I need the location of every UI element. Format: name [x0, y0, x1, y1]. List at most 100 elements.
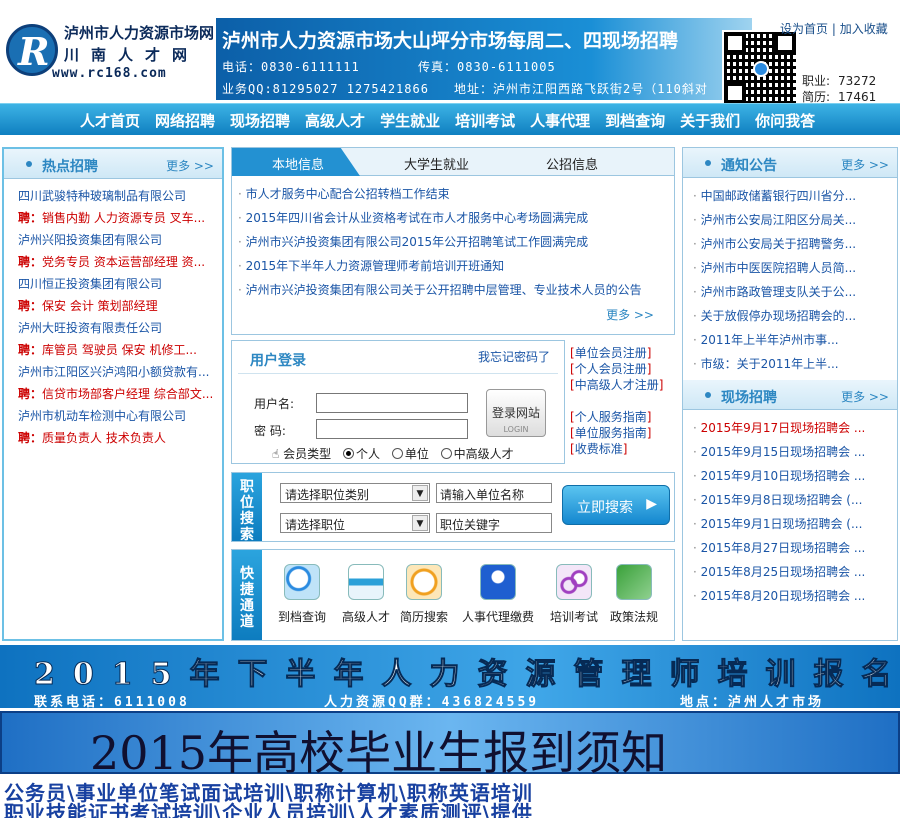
radio-senior-label: 中高级人才	[453, 447, 514, 461]
fair-item[interactable]: 2015年9月17日现场招聘会 ...	[693, 416, 897, 440]
hot-jobs-row[interactable]: 聘：质量负责人 技术负责人	[18, 427, 214, 449]
nav-item-faq[interactable]: 你问我答	[755, 110, 815, 131]
quick-item-training[interactable]: 培训考试	[550, 564, 598, 625]
job-prefix: 聘：	[18, 387, 43, 401]
fair-title: 现场招聘	[721, 390, 777, 406]
personal-register-link[interactable]: 个人会员注册	[575, 362, 647, 376]
graduate-banner[interactable]: 2015年高校毕业生报到须知	[0, 711, 900, 780]
forgot-password-link[interactable]: 我忘记密码了	[478, 348, 550, 365]
notice-item[interactable]: 中国邮政储蓄银行四川省分...	[693, 184, 897, 208]
quick-item-label: 高级人才	[342, 610, 391, 624]
company-register-link[interactable]: 单位会员注册	[575, 346, 647, 360]
company-name-input[interactable]: 请输入单位名称	[436, 483, 552, 503]
news-tabs: 本地信息 大学生就业 公招信息	[232, 148, 674, 176]
stat-jobs-value: 73272	[838, 74, 877, 88]
news-item[interactable]: 2015年四川省会计从业资格考试在市人才服务中心考场圆满完成	[238, 206, 674, 230]
hot-company-link[interactable]: 泸州市机动车检测中心有限公司	[18, 405, 214, 427]
fair-item[interactable]: 2015年8月20日现场招聘会 ...	[693, 584, 897, 608]
register-links: [单位会员注册] [个人会员注册] [中高级人才注册] [个人服务指南] [单位…	[570, 346, 664, 456]
login-button[interactable]: 登录网站 LOGIN	[486, 389, 546, 437]
news-item[interactable]: 市人才服务中心配合公招转档工作结束	[238, 182, 674, 206]
nav-item-home[interactable]: 人才首页	[80, 110, 140, 131]
news-item[interactable]: 泸州市兴泸投资集团有限公司2015年公开招聘笔试工作圆满完成	[238, 230, 674, 254]
company-guide-link[interactable]: 单位服务指南	[575, 426, 647, 440]
quick-access-side-title: 快捷通道	[232, 550, 262, 640]
job-prefix: 聘：	[18, 255, 43, 269]
user-icon	[480, 564, 516, 600]
hot-company-link[interactable]: 四川武骏特种玻璃制品有限公司	[18, 185, 214, 207]
notice-item[interactable]: 泸州市公安局江阳区分局关...	[693, 208, 897, 232]
quick-item-agency-fee[interactable]: 人事代理缴费	[462, 564, 534, 625]
set-homepage-link[interactable]: 设为首页	[780, 22, 828, 36]
nav-item-senior-talent[interactable]: 高级人才	[305, 110, 365, 131]
personal-guide-link[interactable]: 个人服务指南	[575, 410, 647, 424]
notice-item[interactable]: 泸州市公安局关于招聘警务...	[693, 232, 897, 256]
notice-item[interactable]: 泸州市中医医院招聘人员简...	[693, 256, 897, 280]
tab-local-info[interactable]: 本地信息	[232, 148, 360, 176]
nav-item-personnel-agency[interactable]: 人事代理	[530, 110, 590, 131]
tab-graduate-jobs[interactable]: 大学生就业	[404, 154, 469, 173]
news-item[interactable]: 2015年下半年人力资源管理师考前培训开班通知	[238, 254, 674, 278]
hot-jobs-row[interactable]: 聘：库管员 驾驶员 保安 机修工...	[18, 339, 214, 361]
nav-item-archive-query[interactable]: 到档查询	[605, 110, 665, 131]
fair-more-link[interactable]: 更多 >>	[841, 388, 889, 405]
fair-item[interactable]: 2015年9月8日现场招聘会 (...	[693, 488, 897, 512]
position-select[interactable]: 请选择职位 ▼	[280, 513, 430, 533]
hot-jobs-row[interactable]: 聘：信贷市场部客户经理 综合部文...	[18, 383, 214, 405]
notice-panel: 通知公告 更多 >> 中国邮政储蓄银行四川省分... 泸州市公安局江阳区分局关.…	[682, 147, 898, 641]
quick-item-policy[interactable]: 政策法规	[610, 564, 658, 625]
hot-jobs-text: 质量负责人 技术负责人	[42, 431, 166, 445]
hot-jobs-row[interactable]: 聘：党务专员 资本运营部经理 资...	[18, 251, 214, 273]
fee-standard-link[interactable]: 收费标准	[575, 442, 623, 456]
notice-more-link[interactable]: 更多 >>	[841, 156, 889, 173]
notice-item[interactable]: 泸州市路政管理支队关于公...	[693, 280, 897, 304]
keyword-input[interactable]: 职位关键字	[436, 513, 552, 533]
notice-list: 中国邮政储蓄银行四川省分... 泸州市公安局江阳区分局关... 泸州市公安局关于…	[683, 178, 897, 376]
username-input[interactable]	[316, 393, 468, 413]
nav-item-training[interactable]: 培训考试	[455, 110, 515, 131]
notice-item[interactable]: 市级：关于2011年上半...	[693, 352, 897, 376]
fair-item[interactable]: 2015年8月25日现场招聘会 ...	[693, 560, 897, 584]
fair-item[interactable]: 2015年9月15日现场招聘会 ...	[693, 440, 897, 464]
hot-jobs-more-link[interactable]: 更多 >>	[166, 157, 214, 174]
tab-public-recruit[interactable]: 公招信息	[546, 154, 598, 173]
position-select-value: 请选择职位	[285, 518, 346, 532]
password-input[interactable]	[316, 419, 468, 439]
quick-item-resume[interactable]: 简历搜索	[400, 564, 448, 625]
fair-item[interactable]: 2015年9月1日现场招聘会 (...	[693, 512, 897, 536]
quick-item-archive[interactable]: 到档查询	[278, 564, 326, 625]
notice-item[interactable]: 关于放假停办现场招聘会的...	[693, 304, 897, 328]
search-button[interactable]: 立即搜索 ▶	[562, 485, 670, 525]
add-favorite-link[interactable]: 加入收藏	[840, 22, 888, 36]
quick-access-title-text: 快捷通道	[240, 566, 254, 630]
graduate-banner-title: 2015年高校毕业生报到须知	[90, 726, 668, 780]
top-links: 设为首页 | 加入收藏	[780, 22, 888, 36]
hot-company-link[interactable]: 泸州大旺投资有限责任公司	[18, 317, 214, 339]
radio-personal[interactable]	[342, 448, 354, 459]
nav-item-online-recruit[interactable]: 网络招聘	[155, 110, 215, 131]
hot-company-link[interactable]: 泸州市江阳区兴泸鸿阳小额贷款有...	[18, 361, 214, 383]
hot-jobs-row[interactable]: 聘：销售内勤 人力资源专员 叉车...	[18, 207, 214, 229]
nav-item-onsite-recruit[interactable]: 现场招聘	[230, 110, 290, 131]
hot-company-link[interactable]: 泸州兴阳投资集团有限公司	[18, 229, 214, 251]
fair-item[interactable]: 2015年8月27日现场招聘会 ...	[693, 536, 897, 560]
radio-senior[interactable]	[440, 448, 452, 459]
nav-item-about[interactable]: 关于我们	[680, 110, 740, 131]
training-banner[interactable]: 2015年下半年人力资源管理师培训报名 联系电话：6111008 人力资源QQ群…	[0, 645, 900, 708]
services-banner[interactable]: 公务员\事业单位笔试面试培训\职称计算机\职称英语培训 职业技能证书考试培训\企…	[0, 777, 900, 818]
quick-item-senior[interactable]: 高级人才	[342, 564, 390, 625]
senior-register-link[interactable]: 中高级人才注册	[575, 378, 659, 392]
news-more-link[interactable]: 更多 >>	[606, 306, 654, 323]
notice-item[interactable]: 2011年上半年泸州市事...	[693, 328, 897, 352]
radio-personal-label: 个人	[355, 447, 380, 461]
hot-jobs-row[interactable]: 聘：保安 会计 策划部经理	[18, 295, 214, 317]
fair-item[interactable]: 2015年9月10日现场招聘会 ...	[693, 464, 897, 488]
training-banner-title: 2015年下半年人力资源管理师培训报名	[34, 657, 900, 693]
category-select[interactable]: 请选择职位类别 ▼	[280, 483, 430, 503]
hot-jobs-header: 热点招聘 更多 >>	[4, 149, 222, 179]
site-logo[interactable]: R 泸州市人力资源市场网 川南人才网 www.rc168.com	[2, 18, 214, 88]
hot-company-link[interactable]: 四川恒正投资集团有限公司	[18, 273, 214, 295]
nav-item-student-jobs[interactable]: 学生就业	[380, 110, 440, 131]
radio-company[interactable]	[391, 448, 403, 459]
news-item[interactable]: 泸州市兴泸投资集团有限公司关于公开招聘中层管理、专业技术人员的公告	[238, 278, 674, 302]
